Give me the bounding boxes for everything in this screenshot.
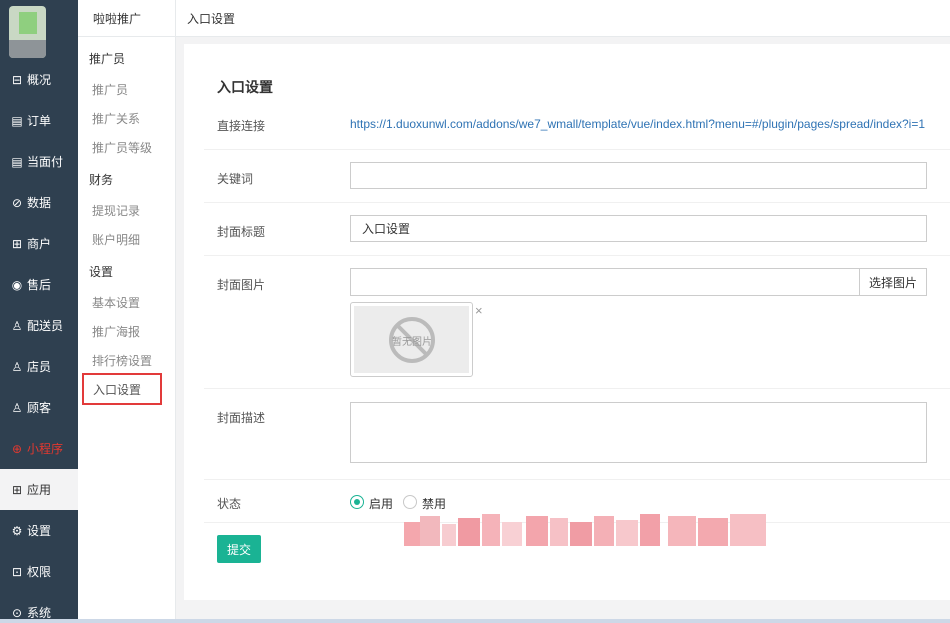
sidebar-item-label: 售后	[27, 278, 52, 292]
submenu-link-ranking[interactable]: 排行榜设置	[92, 352, 152, 369]
blurred-watermark	[398, 510, 768, 550]
submenu-link-basic-settings[interactable]: 基本设置	[92, 294, 140, 311]
close-icon[interactable]: ×	[475, 303, 483, 318]
sidebar-item-data[interactable]: ⊘ 数据	[0, 182, 78, 223]
sidebar-item-overview[interactable]: ⊟ 概况	[0, 59, 78, 100]
cover-desc-label: 封面描述	[217, 411, 266, 425]
cover-desc-textarea[interactable]	[350, 402, 927, 463]
sidebar-item-permission[interactable]: ⊡ 权限	[0, 551, 78, 592]
submenu-link-relations[interactable]: 推广关系	[92, 110, 140, 127]
status-enabled-radio[interactable]	[350, 495, 364, 509]
cover-image-group: 选择图片	[350, 268, 927, 296]
page-title: 入口设置	[217, 79, 273, 95]
submenu-link-levels[interactable]: 推广员等级	[92, 139, 152, 156]
submenu-link-poster[interactable]: 推广海报	[92, 323, 140, 340]
divider	[204, 255, 950, 256]
cover-image-preview: 暂无图片	[350, 302, 473, 377]
direct-link-label: 直接连接	[217, 119, 266, 133]
sidebar-item-miniprogram[interactable]: ⊕ 小程序	[0, 428, 78, 469]
sidebar-item-courier[interactable]: ♙ 配送员	[0, 305, 78, 346]
sidebar-item-customer[interactable]: ♙ 顾客	[0, 387, 78, 428]
status-disabled-radio[interactable]	[403, 495, 417, 509]
no-image-icon: 暂无图片	[388, 316, 435, 363]
cover-title-label: 封面标题	[217, 225, 266, 239]
avatar-shadow	[9, 40, 46, 58]
sidebar-item-clerk[interactable]: ♙ 店员	[0, 346, 78, 387]
avatar[interactable]	[9, 6, 46, 58]
lock-icon: ⊡	[11, 564, 23, 579]
order-icon: ▤	[11, 113, 23, 128]
submenu-group-title: 推广员	[89, 52, 126, 66]
cover-image-input[interactable]	[350, 268, 860, 296]
sidebar-item-label: 订单	[27, 114, 52, 128]
sidebar-item-aftersale[interactable]: ◉ 售后	[0, 264, 78, 305]
cover-title-input[interactable]: 入口设置	[350, 215, 927, 242]
avatar-face	[19, 12, 37, 34]
clerk-icon: ♙	[11, 359, 23, 374]
sidebar-item-pay[interactable]: ▤ 当面付	[0, 141, 78, 182]
shop-icon: ⊞	[11, 236, 23, 251]
customer-icon: ♙	[11, 400, 23, 415]
submenu-group-title: 设置	[89, 265, 114, 279]
choose-image-button[interactable]: 选择图片	[859, 268, 927, 296]
divider	[204, 149, 950, 150]
apps-icon: ⊞	[11, 482, 23, 497]
no-image-placeholder: 暂无图片	[354, 306, 469, 373]
pay-icon: ▤	[11, 154, 23, 169]
submenu-link-entry-settings[interactable]: 入口设置	[82, 373, 162, 405]
sidebar-item-label: 配送员	[27, 319, 64, 333]
status-enabled-label[interactable]: 启用	[369, 495, 393, 512]
submit-button[interactable]: 提交	[217, 535, 261, 563]
sidebar-item-label: 顾客	[27, 401, 52, 415]
miniprogram-icon: ⊕	[11, 441, 23, 456]
bottom-border	[0, 619, 950, 623]
submenu-link-withdraw[interactable]: 提现记录	[92, 202, 140, 219]
sidebar-item-label: 店员	[27, 360, 52, 374]
main-sidebar: ⊟ 概况 ▤ 订单 ▤ 当面付 ⊘ 数据 ⊞ 商户 ◉ 售后 ♙ 配送员 ♙ 店…	[0, 0, 78, 623]
sidebar-item-label: 设置	[27, 524, 52, 538]
cover-image-label: 封面图片	[217, 278, 266, 292]
submenu-title: 啦啦推广	[78, 0, 176, 37]
sidebar-item-shop[interactable]: ⊞ 商户	[0, 223, 78, 264]
sidebar-item-settings[interactable]: ⚙ 设置	[0, 510, 78, 551]
sidebar-item-label: 商户	[27, 237, 52, 251]
sidebar-item-label: 权限	[27, 565, 52, 579]
overview-icon: ⊟	[11, 72, 23, 87]
sidebar-item-label: 当面付	[27, 155, 64, 169]
sidebar-item-apps[interactable]: ⊞ 应用	[0, 469, 78, 510]
sidebar-item-label: 数据	[27, 196, 52, 210]
settings-icon: ⚙	[11, 523, 23, 538]
no-image-text: 暂无图片	[392, 335, 432, 348]
aftersale-icon: ◉	[11, 277, 23, 292]
status-label: 状态	[217, 497, 242, 511]
courier-icon: ♙	[11, 318, 23, 333]
submenu-link-promoters[interactable]: 推广员	[92, 81, 128, 98]
direct-link[interactable]: https://1.duoxunwl.com/addons/we7_wmall/…	[350, 117, 925, 131]
keyword-input[interactable]	[350, 162, 927, 189]
sidebar-item-label: 应用	[27, 483, 52, 497]
divider	[204, 388, 950, 389]
keyword-label: 关键词	[217, 172, 254, 186]
divider	[204, 202, 950, 203]
system-icon: ⊙	[11, 605, 23, 620]
data-icon: ⊘	[11, 195, 23, 210]
breadcrumb: 入口设置	[176, 0, 950, 37]
submenu-group-title: 财务	[89, 173, 114, 187]
submenu-link-account[interactable]: 账户明细	[92, 231, 140, 248]
sidebar-item-label: 小程序	[27, 442, 64, 456]
submenu: 啦啦推广 推广员 推广员 推广关系 推广员等级 财务 提现记录 账户明细 设置 …	[78, 0, 176, 623]
sidebar-item-order[interactable]: ▤ 订单	[0, 100, 78, 141]
sidebar-item-label: 概况	[27, 73, 52, 87]
divider	[204, 479, 950, 480]
